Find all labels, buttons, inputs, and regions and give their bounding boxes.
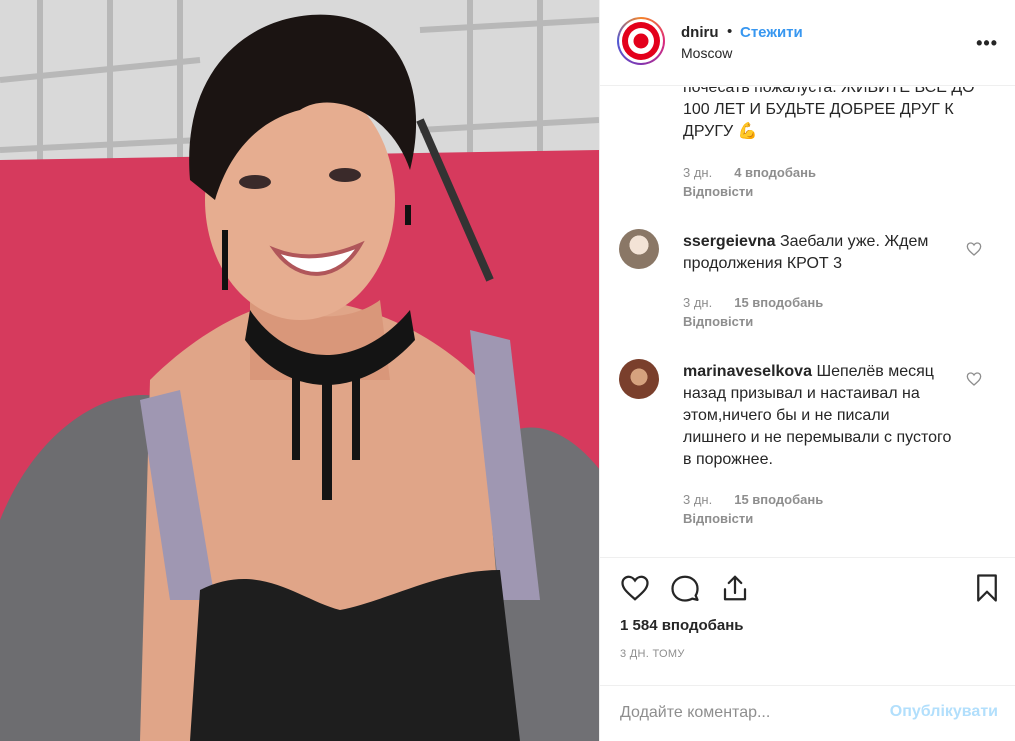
bookmark-icon[interactable] <box>972 573 1002 603</box>
comment-meta: 3 дн. 4 вподобань <box>683 165 816 180</box>
post-actions: 1 584 вподобань 3 ДН. ТОМУ <box>600 557 1015 687</box>
header-separator: • <box>727 23 733 40</box>
commenter-username[interactable]: marinaveselkova <box>683 363 812 380</box>
comment-icon[interactable] <box>670 573 700 603</box>
comment-likes[interactable]: 4 вподобань <box>734 165 816 180</box>
comment-likes[interactable]: 15 вподобань <box>734 492 823 507</box>
post-details-panel: dniru • Стежити Moscow ••• почесать пожа… <box>599 0 1015 741</box>
post-timestamp[interactable]: 3 ДН. ТОМУ <box>620 648 685 660</box>
reply-button[interactable]: Відповісти <box>683 511 753 526</box>
share-icon[interactable] <box>720 573 750 603</box>
more-icon[interactable]: ••• <box>976 33 998 54</box>
commenter-avatar[interactable] <box>619 359 659 399</box>
post-location[interactable]: Moscow <box>681 45 732 61</box>
likes-count[interactable]: 1 584 вподобань <box>620 617 744 634</box>
comment-text: почесать пожалуста. ЖИВИТЕ ВСЕ ДО 100 ЛЕ… <box>683 87 975 140</box>
commenter-username[interactable]: ssergeievna <box>683 233 776 250</box>
author-avatar[interactable] <box>617 17 665 65</box>
comment-input[interactable] <box>620 700 880 726</box>
reply-button[interactable]: Відповісти <box>683 314 753 329</box>
comment-like-heart-icon[interactable] <box>966 241 982 257</box>
comment-like-heart-icon[interactable] <box>966 371 982 387</box>
comment-body: marinaveselkova Шепелёв месяц назад приз… <box>683 361 953 471</box>
heart-icon[interactable] <box>620 573 650 603</box>
publish-button[interactable]: Опублікувати <box>890 703 998 721</box>
comments-list[interactable]: почесать пожалуста. ЖИВИТЕ ВСЕ ДО 100 ЛЕ… <box>600 87 1015 557</box>
post-header: dniru • Стежити Moscow ••• <box>600 0 1015 86</box>
author-username[interactable]: dniru <box>681 24 719 41</box>
commenter-avatar[interactable] <box>619 229 659 269</box>
comment-time[interactable]: 3 дн. <box>683 165 712 180</box>
target-logo-icon <box>621 21 661 61</box>
follow-button[interactable]: Стежити <box>740 24 803 41</box>
post-photo[interactable] <box>0 0 599 741</box>
comment-body: ssergeievna Заебали уже. Ждем продолжени… <box>683 231 953 275</box>
reply-button[interactable]: Відповісти <box>683 184 753 199</box>
comment-meta: 3 дн. 15 вподобань <box>683 295 823 310</box>
comment-time[interactable]: 3 дн. <box>683 492 712 507</box>
post-photo-illustration <box>0 0 599 741</box>
comment-time[interactable]: 3 дн. <box>683 295 712 310</box>
comment-meta: 3 дн. 15 вподобань <box>683 492 823 507</box>
comment-composer: Опублікувати <box>600 685 1015 741</box>
comment-likes[interactable]: 15 вподобань <box>734 295 823 310</box>
